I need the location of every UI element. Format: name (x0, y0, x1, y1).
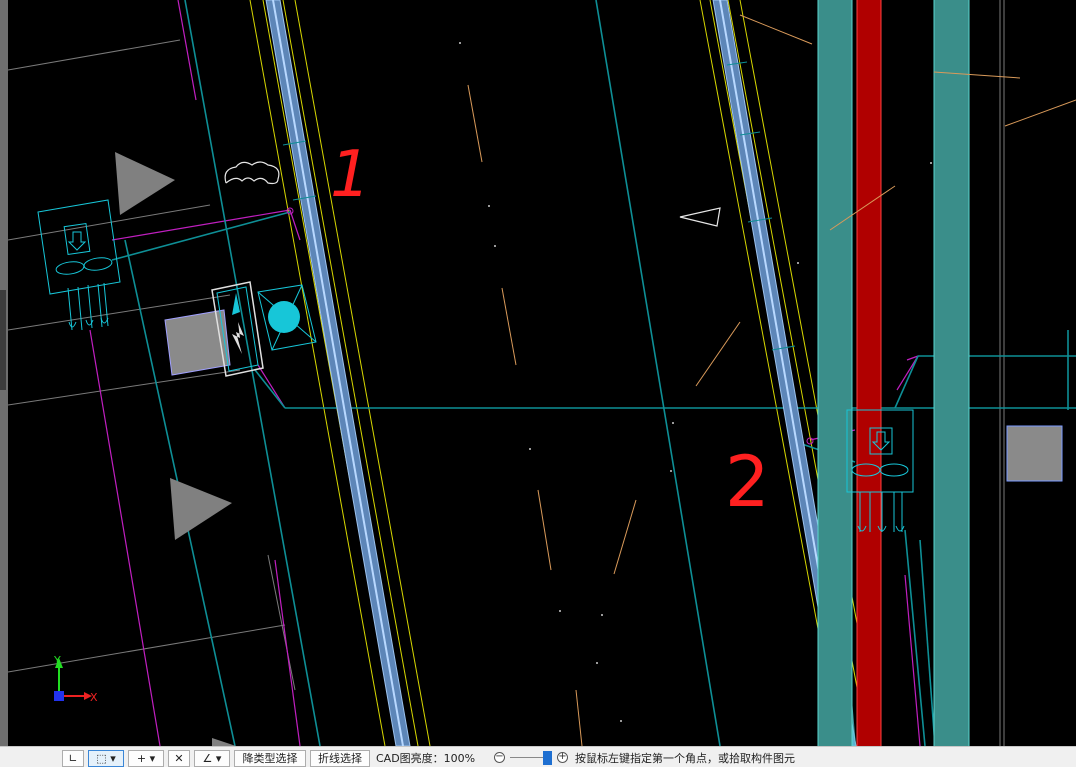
left-fan-unit (37, 199, 121, 331)
teal-lines (111, 0, 1076, 746)
orange-strokes (467, 14, 1076, 746)
cross-select-button[interactable]: + ▾ (128, 750, 164, 767)
chevron-down-icon: ▾ (149, 752, 156, 765)
cross-select-icon: + (136, 752, 147, 765)
polyline-select-button[interactable]: 折线选择 (310, 750, 370, 767)
window-select-button[interactable]: ⬚ ▾ (88, 750, 124, 767)
annotation-2: 2 (725, 441, 770, 523)
brightness-decrease-button[interactable]: − (494, 752, 505, 763)
chevron-down-icon: ▾ (215, 752, 222, 765)
cad-drawing-canvas[interactable]: 1 2 Y X (0, 0, 1076, 746)
angle-select-button[interactable]: ∠ ▾ (194, 750, 230, 767)
status-toolbar: ∟ ⬚ ▾ + ▾ ✕ ∠ ▾ 降类型选择 折线选择 CAD图亮度：100% −… (0, 746, 1076, 767)
vertical-bars (817, 0, 970, 746)
grid-lines (7, 0, 1005, 746)
angle-select-icon: ∠ (202, 752, 213, 765)
brightness-increase-button[interactable]: + (557, 752, 568, 763)
cross-off-button[interactable]: ✕ (168, 750, 190, 767)
select-corner-button[interactable]: ∟ (62, 750, 84, 767)
gray-squares (164, 309, 1063, 482)
pipe-left (265, 0, 411, 746)
cad-drawing[interactable]: 1 2 Y X (0, 0, 1076, 746)
select-corner-icon: ∟ (68, 752, 78, 765)
status-message: 按鼠标左键指定第一个角点，或拾取构件图元 (575, 752, 795, 765)
axis-label-x: X (90, 691, 98, 704)
panel-resize-grip[interactable] (0, 290, 6, 390)
cross-off-icon: ✕ (174, 752, 184, 765)
gray-triangles (115, 152, 236, 746)
annotation-1: 1 (330, 138, 371, 212)
brightness-slider-thumb[interactable] (543, 751, 552, 765)
window-select-icon: ⬚ (96, 752, 107, 765)
device-box (211, 281, 317, 377)
cad-brightness-label: CAD图亮度：100% (376, 752, 476, 765)
type-select-button[interactable]: 降类型选择 (234, 750, 306, 767)
axis-label-y: Y (53, 654, 61, 667)
ucs-axis-icon: Y X (53, 654, 98, 704)
magenta-boundaries (89, 0, 921, 746)
chevron-down-icon: ▾ (110, 752, 116, 765)
